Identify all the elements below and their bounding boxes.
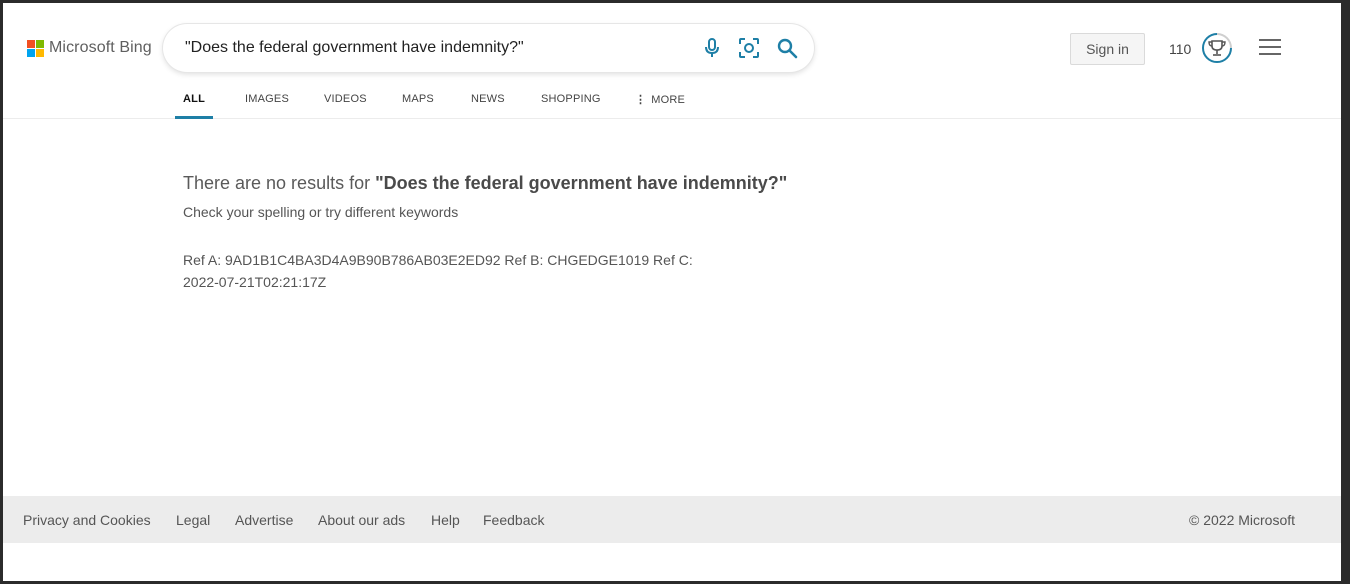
footer-link-feedback[interactable]: Feedback	[483, 512, 544, 528]
search-box[interactable]	[163, 24, 814, 72]
microsoft-logo-icon	[27, 39, 44, 57]
footer-link-about-ads[interactable]: About our ads	[318, 512, 405, 528]
visual-search-icon[interactable]	[738, 37, 760, 59]
tab-label: MAPS	[402, 93, 434, 105]
browser-frame: Microsoft Bing Sign in 110	[0, 0, 1350, 584]
header: Microsoft Bing Sign in 110	[3, 3, 1341, 119]
reference-line: Ref A: 9AD1B1C4BA3D4A9B90B786AB03E2ED92 …	[183, 252, 693, 268]
tab-images[interactable]: IMAGES	[245, 87, 289, 119]
footer-link-privacy[interactable]: Privacy and Cookies	[23, 512, 151, 528]
rewards-points[interactable]: 110	[1169, 41, 1191, 57]
sign-in-button[interactable]: Sign in	[1070, 33, 1145, 65]
tab-more[interactable]: ⋮ MORE	[635, 87, 685, 119]
spelling-hint: Check your spelling or try different key…	[183, 204, 459, 220]
tab-label: IMAGES	[245, 93, 289, 105]
footer-link-help[interactable]: Help	[431, 512, 460, 528]
tab-maps[interactable]: MAPS	[402, 87, 434, 119]
hamburger-menu-icon[interactable]	[1259, 39, 1281, 57]
trophy-icon[interactable]	[1201, 32, 1233, 64]
search-input[interactable]	[185, 37, 695, 59]
reference-line: 2022-07-21T02:21:17Z	[183, 274, 327, 290]
no-results-message: There are no results for "Does the feder…	[183, 173, 787, 194]
copyright: © 2022 Microsoft	[1189, 512, 1296, 528]
tab-all[interactable]: ALL	[175, 87, 213, 119]
footer: Privacy and Cookies Legal Advertise Abou…	[3, 496, 1341, 543]
tab-videos[interactable]: VIDEOS	[324, 87, 367, 119]
search-icon[interactable]	[776, 37, 798, 59]
tab-label: SHOPPING	[541, 93, 601, 105]
vertical-ellipsis-icon: ⋮	[635, 94, 647, 106]
brand-name: Microsoft Bing	[49, 39, 152, 56]
tab-news[interactable]: NEWS	[471, 87, 505, 119]
tab-label: ALL	[183, 93, 205, 105]
tab-shopping[interactable]: SHOPPING	[541, 87, 601, 119]
bing-logo[interactable]: Microsoft Bing	[27, 39, 152, 57]
footer-link-advertise[interactable]: Advertise	[235, 512, 293, 528]
tab-label: MORE	[651, 94, 686, 106]
no-results-prefix: There are no results for	[183, 173, 376, 193]
microphone-icon[interactable]	[701, 37, 723, 59]
no-results-query: "Does the federal government have indemn…	[375, 173, 788, 193]
footer-link-legal[interactable]: Legal	[176, 512, 210, 528]
tab-label: NEWS	[471, 93, 505, 105]
tab-label: VIDEOS	[324, 93, 367, 105]
reference-ids: Ref A: 9AD1B1C4BA3D4A9B90B786AB03E2ED92 …	[183, 249, 743, 293]
